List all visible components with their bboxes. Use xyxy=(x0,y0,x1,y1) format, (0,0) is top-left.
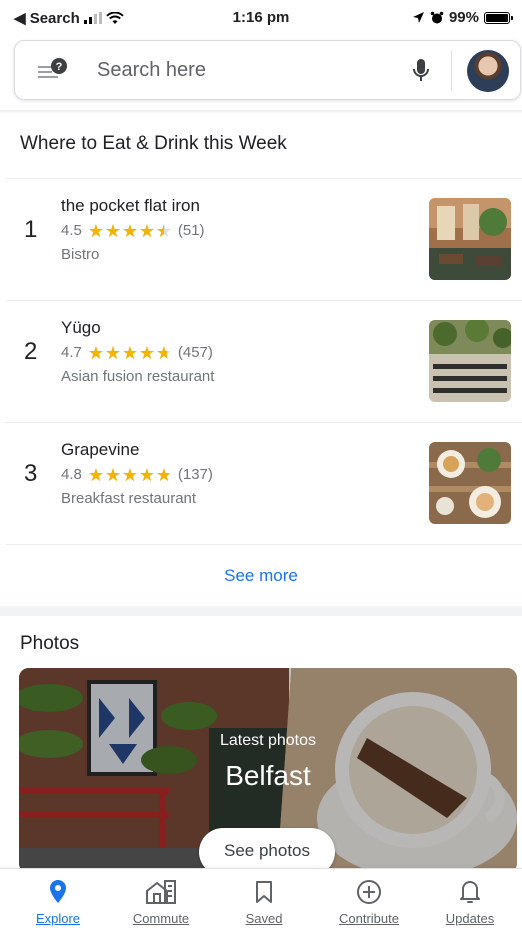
star-icon: ★★ xyxy=(138,464,155,485)
divider xyxy=(6,178,522,179)
place-item-2[interactable]: 2 Yügo 4.7 ★ ★ ★ ★ ★ ★ ★ ★ ★ ★ (457) Asian fusion… xyxy=(0,302,522,422)
photos-city: Belfast xyxy=(225,760,311,791)
see-more-link[interactable]: See more xyxy=(0,566,522,586)
star-icon: ★★ xyxy=(104,342,121,363)
place-rating: 4.8 xyxy=(61,466,82,483)
header-shadow xyxy=(0,110,522,114)
star-icon: ★★ xyxy=(121,342,138,363)
nav-explore[interactable]: Explore xyxy=(8,877,108,926)
place-rank: 3 xyxy=(24,460,38,487)
place-rank: 2 xyxy=(24,338,38,365)
star-icon: ★★ xyxy=(121,220,138,241)
svg-text:?: ? xyxy=(56,61,63,73)
star-icon: ★★ xyxy=(155,342,172,363)
divider xyxy=(6,422,522,423)
place-rank: 1 xyxy=(24,216,38,243)
place-review-count: (51) xyxy=(177,222,205,239)
star-icon: ★★ xyxy=(87,220,104,241)
nav-label: Updates xyxy=(445,911,495,926)
bottom-nav: Explore Commute Saved Contribute Updates xyxy=(0,868,522,928)
place-name: Yügo xyxy=(61,318,101,337)
place-name: the pocket flat iron xyxy=(61,196,200,215)
nav-saved[interactable]: Saved xyxy=(214,877,314,926)
search-divider xyxy=(451,51,452,91)
place-photo[interactable] xyxy=(429,198,511,280)
place-name: Grapevine xyxy=(61,440,140,459)
rating-stars: ★★★★★★★★★★ xyxy=(87,342,172,363)
search-input[interactable]: Search here xyxy=(97,59,206,82)
battery-percent: 99% xyxy=(448,9,479,26)
latest-photos-label: Latest photos xyxy=(219,732,317,749)
place-category: Asian fusion restaurant xyxy=(61,368,215,385)
place-rating: 4.5 xyxy=(61,222,82,239)
nav-commute[interactable]: Commute xyxy=(111,877,211,926)
star-icon: ★★ xyxy=(87,464,104,485)
place-item-3[interactable]: 3 Grapevine 4.8 ★ ★ ★ ★ ★ ★ ★ ★ ★ ★ (137) Breakfa… xyxy=(0,424,522,544)
star-icon: ★★ xyxy=(138,342,155,363)
place-category: Bistro xyxy=(61,246,100,263)
menu-help-icon[interactable]: ? xyxy=(37,57,69,83)
see-photos-button[interactable]: See photos xyxy=(199,828,335,873)
status-bar: ◀ Search 1:16 pm 99% xyxy=(0,0,522,36)
search-bar[interactable]: ? Search here xyxy=(14,40,521,100)
star-icon: ★★ xyxy=(87,342,104,363)
place-review-count: (457) xyxy=(177,344,213,361)
commute-icon xyxy=(146,880,176,904)
rating-stars: ★★★★★★★★★★ xyxy=(87,220,172,241)
location-pin-icon xyxy=(50,880,66,903)
star-icon: ★★ xyxy=(155,220,172,241)
place-photo[interactable] xyxy=(429,442,511,524)
place-category: Breakfast restaurant xyxy=(61,490,197,507)
rating-stars: ★★★★★★★★★★ xyxy=(87,464,172,485)
mic-icon[interactable] xyxy=(411,57,431,85)
star-icon: ★★ xyxy=(104,220,121,241)
nav-label: Contribute xyxy=(339,911,399,926)
alarm-icon xyxy=(430,11,444,23)
star-icon: ★★ xyxy=(138,220,155,241)
divider xyxy=(6,544,522,545)
photos-title: Photos xyxy=(20,633,80,654)
place-photo[interactable] xyxy=(429,320,511,402)
location-arrow-icon xyxy=(412,12,424,23)
bell-icon xyxy=(460,881,480,903)
nav-label: Saved xyxy=(245,911,283,926)
battery-icon xyxy=(484,11,513,24)
avatar[interactable] xyxy=(467,50,509,92)
latest-photos-card[interactable]: Latest photos Belfast See photos xyxy=(19,668,517,873)
bookmark-icon xyxy=(256,881,272,903)
divider xyxy=(6,300,522,301)
add-circle-icon xyxy=(357,880,381,904)
place-review-count: (137) xyxy=(177,466,213,483)
star-icon: ★★ xyxy=(104,464,121,485)
star-icon: ★★ xyxy=(155,464,172,485)
eat-drink-title: Where to Eat & Drink this Week xyxy=(20,133,287,154)
place-rating: 4.7 xyxy=(61,344,82,361)
place-item-1[interactable]: 1 the pocket flat iron 4.5 ★★★★★★★★★★ (5… xyxy=(0,180,522,300)
star-icon: ★★ xyxy=(121,464,138,485)
section-separator xyxy=(0,606,522,616)
nav-updates[interactable]: Updates xyxy=(420,877,520,926)
nav-label: Commute xyxy=(132,911,190,926)
nav-label: Explore xyxy=(35,911,81,926)
nav-contribute[interactable]: Contribute xyxy=(319,877,419,926)
